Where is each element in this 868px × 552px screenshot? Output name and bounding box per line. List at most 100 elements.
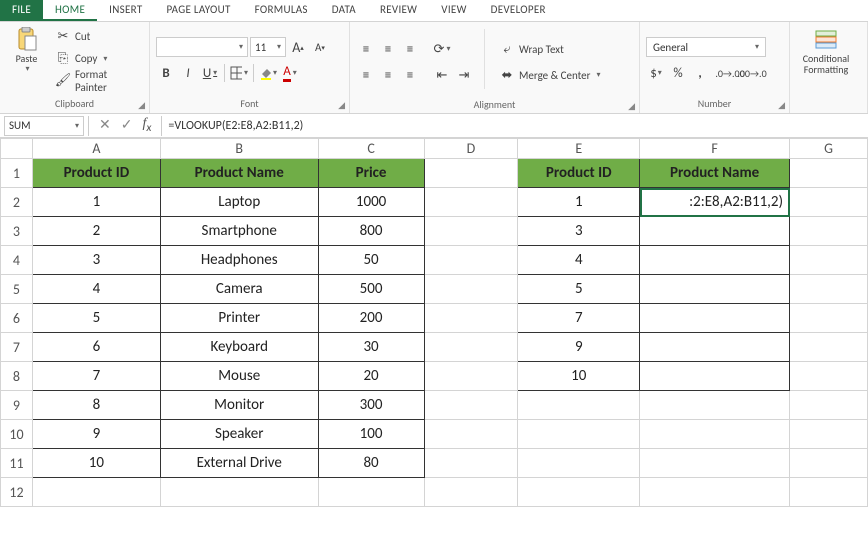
decrease-indent-button[interactable]: ⇤ [432, 65, 452, 85]
row-header-3[interactable]: 3 [1, 217, 33, 246]
cell-B8[interactable]: Mouse [160, 362, 318, 391]
dialog-launcher-icon[interactable]: ◢ [628, 101, 635, 112]
cell-D9[interactable] [424, 391, 518, 420]
insert-function-button[interactable]: fx [142, 116, 151, 135]
cell-D8[interactable] [424, 362, 518, 391]
row-header-2[interactable]: 2 [1, 188, 33, 217]
underline-button[interactable]: U▾ [200, 63, 220, 83]
cell-C10[interactable]: 100 [318, 420, 424, 449]
cell-B9[interactable]: Monitor [160, 391, 318, 420]
cell-A4[interactable]: 3 [32, 246, 160, 275]
cell-B11[interactable]: External Drive [160, 449, 318, 478]
cell-A3[interactable]: 2 [32, 217, 160, 246]
cell-F10[interactable] [640, 420, 790, 449]
cell-E10[interactable] [518, 420, 640, 449]
conditional-formatting-button[interactable]: ConditionalFormatting [796, 25, 856, 105]
cell-F7[interactable] [640, 333, 790, 362]
tab-page-layout[interactable]: PAGE LAYOUT [154, 0, 242, 21]
cell-G2[interactable] [790, 188, 868, 217]
cell-A11[interactable]: 10 [32, 449, 160, 478]
paste-button[interactable]: Paste ▾ [6, 25, 47, 92]
cell-G7[interactable] [790, 333, 868, 362]
align-middle-button[interactable]: ≡ [378, 39, 398, 59]
col-header-C[interactable]: C [318, 139, 424, 159]
cell-A10[interactable]: 9 [32, 420, 160, 449]
cell-E8[interactable]: 10 [518, 362, 640, 391]
align-bottom-button[interactable]: ≡ [400, 39, 420, 59]
cell-C12[interactable] [318, 478, 424, 507]
cell-B7[interactable]: Keyboard [160, 333, 318, 362]
cell-G11[interactable] [790, 449, 868, 478]
cell-G5[interactable] [790, 275, 868, 304]
row-header-11[interactable]: 11 [1, 449, 33, 478]
cell-A1[interactable]: Product ID [32, 159, 160, 188]
cell-C3[interactable]: 800 [318, 217, 424, 246]
align-center-button[interactable]: ≡ [378, 65, 398, 85]
font-color-button[interactable]: A▾ [280, 63, 300, 83]
cell-B10[interactable]: Speaker [160, 420, 318, 449]
cell-F9[interactable] [640, 391, 790, 420]
cell-A6[interactable]: 5 [32, 304, 160, 333]
increase-indent-button[interactable]: ⇥ [454, 65, 474, 85]
cell-D6[interactable] [424, 304, 518, 333]
cell-C1[interactable]: Price [318, 159, 424, 188]
cell-C7[interactable]: 30 [318, 333, 424, 362]
dialog-launcher-icon[interactable]: ◢ [778, 100, 785, 111]
select-all-corner[interactable] [1, 139, 33, 159]
cell-E5[interactable]: 5 [518, 275, 640, 304]
cell-G9[interactable] [790, 391, 868, 420]
cell-D5[interactable] [424, 275, 518, 304]
wrap-text-button[interactable]: ⤶ Wrap Text [495, 39, 605, 59]
row-header-10[interactable]: 10 [1, 420, 33, 449]
col-header-F[interactable]: F [640, 139, 790, 159]
cell-E6[interactable]: 7 [518, 304, 640, 333]
cell-G1[interactable] [790, 159, 868, 188]
cell-E4[interactable]: 4 [518, 246, 640, 275]
formula-input[interactable] [162, 117, 868, 135]
cell-D4[interactable] [424, 246, 518, 275]
copy-button[interactable]: ⎘ Copy ▾ [51, 49, 143, 69]
number-format-dropdown[interactable]: General▾ [646, 37, 766, 57]
cell-C11[interactable]: 80 [318, 449, 424, 478]
comma-format-button[interactable]: , [690, 63, 710, 83]
cell-A8[interactable]: 7 [32, 362, 160, 391]
cell-E12[interactable] [518, 478, 640, 507]
row-header-7[interactable]: 7 [1, 333, 33, 362]
borders-button[interactable]: ▾ [229, 63, 249, 83]
col-header-G[interactable]: G [790, 139, 868, 159]
bold-button[interactable]: B [156, 63, 176, 83]
cell-E9[interactable] [518, 391, 640, 420]
col-header-B[interactable]: B [160, 139, 318, 159]
cell-B1[interactable]: Product Name [160, 159, 318, 188]
tab-insert[interactable]: INSERT [97, 0, 154, 21]
row-header-6[interactable]: 6 [1, 304, 33, 333]
tab-file[interactable]: FILE [0, 0, 43, 21]
dialog-launcher-icon[interactable]: ◢ [138, 100, 145, 111]
row-header-12[interactable]: 12 [1, 478, 33, 507]
cut-button[interactable]: ✂ Cut [51, 27, 143, 47]
cell-B12[interactable] [160, 478, 318, 507]
cell-E2[interactable]: 1 [518, 188, 640, 217]
tab-data[interactable]: DATA [320, 0, 368, 21]
cell-D10[interactable] [424, 420, 518, 449]
cell-B2[interactable]: Laptop [160, 188, 318, 217]
cell-A7[interactable]: 6 [32, 333, 160, 362]
col-header-E[interactable]: E [518, 139, 640, 159]
italic-button[interactable]: I [178, 63, 198, 83]
cell-A9[interactable]: 8 [32, 391, 160, 420]
align-right-button[interactable]: ≡ [400, 65, 420, 85]
cell-F2[interactable]: :2:E8,A2:B11,2) [640, 188, 790, 217]
cell-D3[interactable] [424, 217, 518, 246]
cell-E3[interactable]: 3 [518, 217, 640, 246]
tab-formulas[interactable]: FORMULAS [243, 0, 320, 21]
merge-center-button[interactable]: ⬌ Merge & Center ▾ [495, 65, 605, 85]
cell-E1[interactable]: Product ID [518, 159, 640, 188]
cell-B5[interactable]: Camera [160, 275, 318, 304]
cell-F6[interactable] [640, 304, 790, 333]
cell-D7[interactable] [424, 333, 518, 362]
cell-F11[interactable] [640, 449, 790, 478]
cell-A12[interactable] [32, 478, 160, 507]
cell-F5[interactable] [640, 275, 790, 304]
name-box[interactable]: SUM▾ [4, 116, 84, 136]
cell-D12[interactable] [424, 478, 518, 507]
